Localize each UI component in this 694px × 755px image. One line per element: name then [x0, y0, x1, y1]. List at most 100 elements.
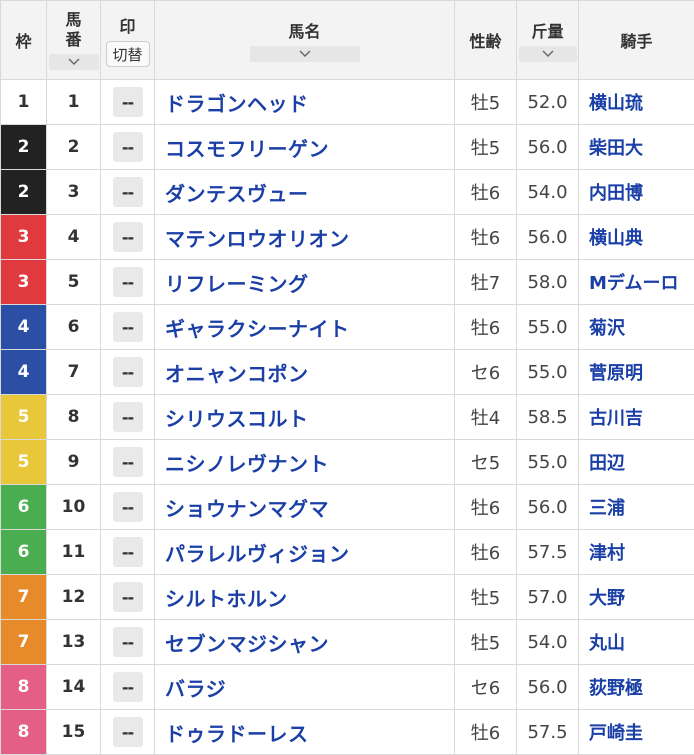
mark-button[interactable]: -- [113, 672, 143, 702]
horse-name-link[interactable]: バラジ [165, 677, 226, 701]
waku-cell: 5 [1, 395, 47, 440]
mark-button[interactable]: -- [113, 357, 143, 387]
jockey-link[interactable]: 戸崎圭 [589, 723, 643, 744]
jockey-link[interactable]: 大野 [589, 588, 625, 609]
header-jockey-label: 騎手 [620, 32, 652, 51]
jockey-link[interactable]: 柴田大 [589, 138, 643, 159]
jockey-cell: 内田博 [579, 170, 694, 215]
horse-name-link[interactable]: ニシノレヴナント [165, 452, 329, 476]
horse-name-link[interactable]: オニャンコポン [165, 362, 309, 386]
horse-name-cell: ドラゴンヘッド [155, 80, 455, 125]
jockey-link[interactable]: 田辺 [589, 453, 625, 474]
horse-name-cell: ダンテスヴュー [155, 170, 455, 215]
jockey-link[interactable]: 横山典 [589, 228, 643, 249]
mark-button[interactable]: -- [113, 537, 143, 567]
mark-button[interactable]: -- [113, 222, 143, 252]
horse-name-cell: コスモフリーゲン [155, 125, 455, 170]
horse-name-link[interactable]: リフレーミング [165, 272, 309, 296]
weight-sort-button[interactable] [519, 46, 577, 62]
horse-name-link[interactable]: ドゥラドーレス [165, 722, 309, 746]
horse-name-link[interactable]: シルトホルン [165, 587, 288, 611]
horse-name-link[interactable]: シリウスコルト [165, 407, 309, 431]
horse-name-sort-button[interactable] [250, 46, 360, 62]
table-row: 58--シリウスコルト牡458.5古川吉 [1, 395, 694, 440]
umaban-cell: 4 [47, 215, 101, 260]
sex-age-cell: 牡6 [455, 215, 517, 260]
mark-cell: -- [101, 305, 155, 350]
header-weight[interactable]: 斤量 [517, 1, 579, 80]
sex-age-cell: セ6 [455, 350, 517, 395]
mark-button[interactable]: -- [113, 267, 143, 297]
jockey-link[interactable]: 菅原明 [589, 363, 643, 384]
jockey-link[interactable]: 菊沢 [589, 318, 625, 339]
table-row: 814--バラジセ656.0荻野極 [1, 665, 694, 710]
waku-cell: 8 [1, 710, 47, 755]
umaban-cell: 3 [47, 170, 101, 215]
horse-name-cell: セブンマジシャン [155, 620, 455, 665]
horse-name-cell: シリウスコルト [155, 395, 455, 440]
umaban-sort-button[interactable] [49, 54, 99, 70]
weight-cell: 57.5 [517, 530, 579, 575]
header-jockey: 騎手 [579, 1, 694, 80]
horse-name-link[interactable]: ダンテスヴュー [165, 182, 309, 206]
mark-button[interactable]: -- [113, 312, 143, 342]
table-row: 712--シルトホルン牡557.0大野 [1, 575, 694, 620]
header-umaban-label-bottom: 番 [65, 30, 81, 50]
jockey-link[interactable]: 横山琉 [589, 93, 643, 114]
horse-name-cell: ニシノレヴナント [155, 440, 455, 485]
mark-button[interactable]: -- [113, 627, 143, 657]
horse-name-link[interactable]: ドラゴンヘッド [165, 92, 309, 116]
mark-button[interactable]: -- [113, 177, 143, 207]
weight-cell: 55.0 [517, 350, 579, 395]
mark-button[interactable]: -- [113, 492, 143, 522]
horse-name-link[interactable]: ギャラクシーナイト [165, 317, 350, 341]
weight-cell: 54.0 [517, 620, 579, 665]
table-header: 枠 馬 番 印 切替 [1, 1, 694, 80]
sex-age-cell: セ5 [455, 440, 517, 485]
jockey-link[interactable]: 丸山 [589, 633, 625, 654]
mark-button[interactable]: -- [113, 717, 143, 747]
jockey-link[interactable]: 古川吉 [589, 408, 643, 429]
jockey-cell: 三浦 [579, 485, 694, 530]
header-horse-name[interactable]: 馬名 [155, 1, 455, 80]
header-umaban[interactable]: 馬 番 [47, 1, 101, 80]
horse-name-link[interactable]: ショウナンマグマ [165, 497, 329, 521]
waku-cell: 4 [1, 305, 47, 350]
jockey-cell: 古川吉 [579, 395, 694, 440]
sex-age-cell: 牡5 [455, 575, 517, 620]
umaban-cell: 1 [47, 80, 101, 125]
header-umaban-label-top: 馬 [65, 10, 81, 30]
waku-cell: 3 [1, 260, 47, 305]
weight-cell: 56.0 [517, 665, 579, 710]
table-row: 23--ダンテスヴュー牡654.0内田博 [1, 170, 694, 215]
mark-toggle-button[interactable]: 切替 [106, 41, 150, 67]
mark-button[interactable]: -- [113, 582, 143, 612]
table-row: 34--マテンロウオリオン牡656.0横山典 [1, 215, 694, 260]
mark-cell: -- [101, 485, 155, 530]
horse-name-cell: シルトホルン [155, 575, 455, 620]
mark-cell: -- [101, 125, 155, 170]
jockey-link[interactable]: 三浦 [589, 498, 625, 519]
sex-age-cell: 牡6 [455, 305, 517, 350]
weight-cell: 56.0 [517, 215, 579, 260]
jockey-link[interactable]: 内田博 [589, 183, 643, 204]
mark-button[interactable]: -- [113, 132, 143, 162]
horse-name-link[interactable]: マテンロウオリオン [165, 227, 350, 251]
chevron-down-icon [68, 58, 80, 66]
jockey-link[interactable]: 荻野極 [589, 678, 643, 699]
mark-button[interactable]: -- [113, 447, 143, 477]
horse-name-link[interactable]: セブンマジシャン [165, 632, 329, 656]
jockey-link[interactable]: 津村 [589, 543, 625, 564]
weight-cell: 56.0 [517, 485, 579, 530]
weight-cell: 58.5 [517, 395, 579, 440]
mark-button[interactable]: -- [113, 402, 143, 432]
mark-button[interactable]: -- [113, 87, 143, 117]
horse-name-link[interactable]: パラレルヴィジョン [165, 542, 350, 566]
jockey-link[interactable]: Mデムーロ [589, 273, 679, 294]
waku-cell: 5 [1, 440, 47, 485]
horse-name-cell: ドゥラドーレス [155, 710, 455, 755]
waku-cell: 7 [1, 620, 47, 665]
horse-name-link[interactable]: コスモフリーゲン [165, 137, 329, 161]
mark-cell: -- [101, 215, 155, 260]
mark-cell: -- [101, 395, 155, 440]
